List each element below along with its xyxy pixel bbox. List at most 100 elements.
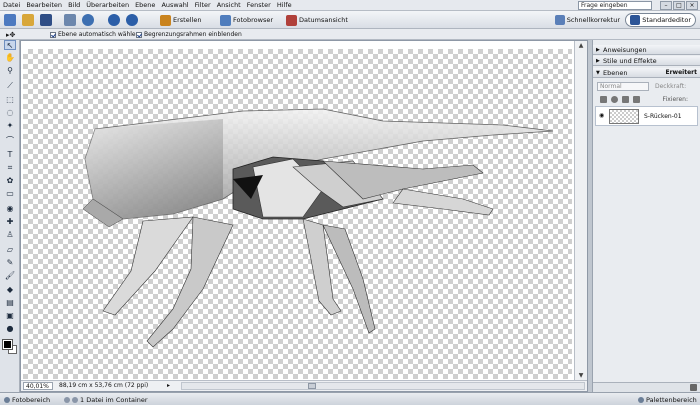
auto-select-layer-checkbox[interactable]: Ebene automatisch wählen [50,31,139,38]
horizontal-scroll-thumb[interactable] [308,383,316,389]
photo-bin-toggle[interactable]: Fotobereich [4,396,50,404]
quick-fix-icon [554,15,565,25]
tool-options-bar: ▸✥ Ebene automatisch wählen Begrenzungsr… [0,29,700,40]
menu-bar: Datei Bearbeiten Bild Überarbeiten Ebene… [0,0,700,11]
adjustment-layer-icon[interactable] [611,95,618,103]
palette-bin-toggle[interactable]: Palettenbereich [638,396,697,404]
scroll-down-icon[interactable]: ▼ [576,371,586,380]
menu-ebene[interactable]: Ebene [132,1,158,9]
paint-bucket-tool-icon[interactable]: ◆ [4,285,16,295]
eyedropper-tool-icon[interactable]: ⟋ [4,81,16,91]
trash-icon[interactable] [690,384,697,391]
horizontal-scrollbar[interactable] [181,382,585,390]
marquee-tool-icon[interactable]: ⬚ [4,95,16,105]
lock-transparency-icon[interactable] [622,95,629,103]
bounding-box-label: Begrenzungsrahmen einblenden [144,31,242,38]
help-search-input[interactable]: Frage eingeben [578,1,652,10]
quick-fix-button[interactable]: Schnellkorrektur [554,14,620,26]
zoom-level-field[interactable]: 40,01% [23,382,53,390]
close-button[interactable]: × [686,1,698,10]
vertical-scrollbar[interactable]: ▲ ▼ [574,41,587,380]
bounding-box-checkbox[interactable]: Begrenzungsrahmen einblenden [136,31,242,38]
quick-fix-label: Schnellkorrektur [566,16,620,24]
link-layers-icon[interactable] [633,95,640,103]
file-count-label: 1 Datei im Container [80,396,148,404]
document-window: ▲ ▼ 40,01% 88,19 cm x 53,76 cm (72 ppi) … [20,40,588,392]
open-folder-icon[interactable] [22,14,34,26]
spot-healing-tool-icon[interactable]: ✚ [4,217,16,227]
menu-bild[interactable]: Bild [65,1,83,9]
layers-palette-title: Ebenen [603,69,628,77]
standard-editor-button[interactable]: Standardeditor [625,13,696,27]
menu-filter[interactable]: Filter [192,1,214,9]
online-services-icon[interactable] [82,14,94,26]
scroll-up-icon[interactable]: ▲ [576,41,586,50]
info-menu-arrow-icon[interactable]: ▸ [167,382,170,390]
hints-palette-title: Anweisungen [603,46,647,54]
standard-editor-icon [630,15,641,25]
hints-palette-header[interactable]: ▶ Anweisungen [593,45,700,55]
straighten-tool-icon[interactable]: ▭ [4,189,16,199]
styles-palette-header[interactable]: ▶ Stile und Effekte [593,56,700,66]
blend-mode-select[interactable]: Normal [597,82,649,91]
date-view-label: Datumsansicht [299,16,348,24]
move-tool-preset-icon[interactable]: ▸✥ [6,31,15,39]
window-controls: – □ × [660,1,698,10]
red-eye-tool-icon[interactable]: ◉ [4,204,16,214]
image-canvas[interactable] [23,49,572,379]
menu-ansicht[interactable]: Ansicht [214,1,244,9]
type-tool-icon[interactable]: T [4,150,16,160]
bottom-status-bar: Fotobereich 1 Datei im Container Palette… [0,392,700,405]
expand-triangle-icon: ▶ [596,47,600,53]
visibility-eye-icon[interactable]: ◉ [599,113,605,119]
clone-stamp-tool-icon[interactable]: ♙ [4,230,16,240]
save-icon[interactable] [40,14,52,26]
menu-bearbeiten[interactable]: Bearbeiten [23,1,65,9]
magic-wand-tool-icon[interactable]: ✦ [4,121,16,131]
menu-auswahl[interactable]: Auswahl [158,1,191,9]
maximize-button[interactable]: □ [673,1,685,10]
pencil-tool-icon[interactable]: ✎ [4,258,16,268]
move-tool-icon[interactable]: ↖ [4,40,16,50]
hand-tool-icon[interactable]: ✋ [4,53,16,63]
gradient-tool-icon[interactable]: ▤ [4,298,16,308]
layer-item[interactable]: ◉ S-Rücken-01 [595,106,698,126]
prev-arrow-icon[interactable] [64,397,70,403]
photo-browser-button[interactable]: Fotobrowser [220,14,273,26]
brush-tool-icon[interactable]: 🖌 [4,271,16,281]
menu-datei[interactable]: Datei [0,1,23,9]
cookie-cutter-tool-icon[interactable]: ✿ [4,176,16,186]
eraser-tool-icon[interactable]: ▱ [4,245,16,255]
selection-brush-tool-icon[interactable]: ⌒ [4,136,16,146]
create-button[interactable]: Erstellen [160,14,201,26]
undo-icon[interactable] [108,14,120,26]
expand-triangle-icon: ▶ [596,58,600,64]
layers-more-button[interactable]: Erweitert [666,68,698,78]
photo-bin-icon [4,397,10,403]
layer-thumbnail [609,109,639,124]
date-view-button[interactable]: Datumsansicht [286,14,348,26]
palette-bin-label: Palettenbereich [646,396,697,404]
blur-tool-icon[interactable]: ● [4,324,16,334]
print-icon[interactable] [64,14,76,26]
photo-browser-icon [220,14,231,26]
palette-bin-footer [593,382,700,392]
redo-icon[interactable] [126,14,138,26]
lock-label: Fixieren: [662,96,688,103]
menu-hilfe[interactable]: Hilfe [274,1,295,9]
new-layer-icon[interactable] [600,95,607,103]
crop-tool-icon[interactable]: ⌗ [4,163,16,173]
menu-fenster[interactable]: Fenster [244,1,274,9]
document-size-info: 88,19 cm x 53,76 cm (72 ppi) [59,382,149,389]
zoom-tool-icon[interactable]: ⚲ [4,66,16,76]
next-arrow-icon[interactable] [72,397,78,403]
foreground-color-swatch[interactable] [2,339,13,350]
menu-ueberarbeiten[interactable]: Überarbeiten [83,1,132,9]
lasso-tool-icon[interactable]: ◌ [4,108,16,118]
layers-palette-header[interactable]: ▼ Ebenen Erweitert [593,68,700,78]
styles-palette-title: Stile und Effekte [603,57,657,65]
new-file-icon[interactable] [4,14,16,26]
minimize-button[interactable]: – [660,1,672,10]
opacity-label: Deckkraft: [655,83,687,90]
shape-tool-icon[interactable]: ▣ [4,311,16,321]
